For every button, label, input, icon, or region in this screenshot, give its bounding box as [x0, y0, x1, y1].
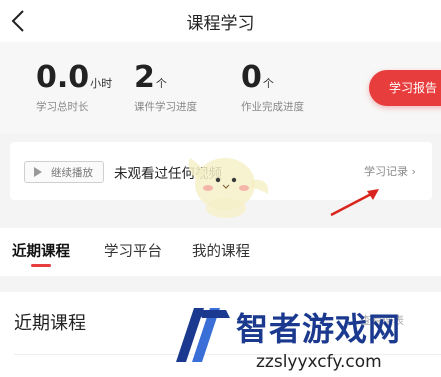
mascot-chick-icon: [188, 158, 269, 218]
top-bar: 课程学习: [0, 0, 441, 42]
stat-unit: 小时: [90, 77, 113, 90]
stat-label: 学习总时长: [36, 101, 89, 113]
watermark-url: zzslyyxcfy.com: [256, 352, 382, 372]
stat-unit: 个: [262, 77, 274, 90]
stat-value: 0.0: [36, 60, 90, 95]
stat-unit: 个: [155, 77, 167, 90]
tab-recent-courses[interactable]: 近期课程: [12, 240, 70, 261]
tab-learning-platform[interactable]: 学习平台: [104, 240, 162, 261]
stat-label: 作业完成进度: [241, 101, 304, 113]
watermark-name: 智者游戏网: [236, 310, 402, 348]
tab-bar: 近期课程 学习平台 我的课程: [0, 228, 441, 276]
section-title: 近期课程: [14, 313, 86, 334]
continue-play-label: 继续播放: [51, 167, 93, 179]
stat-courseware-progress: 2个 课件学习进度: [134, 62, 197, 114]
watermark-logo-icon: [176, 308, 230, 362]
arrow-annotation-icon: [330, 189, 379, 217]
stat-homework-progress: 0个 作业完成进度: [241, 62, 304, 114]
stat-label: 课件学习进度: [134, 101, 197, 113]
site-watermark: 智者游戏网 zzslyyxcfy.com: [170, 296, 441, 377]
active-tab-indicator: [31, 264, 51, 267]
play-icon: [34, 167, 42, 177]
stat-value: 2: [134, 60, 155, 95]
study-record-link[interactable]: 学习记录 ›: [364, 163, 416, 179]
tab-my-courses[interactable]: 我的课程: [192, 240, 250, 261]
stat-study-time: 0.0小时 学习总时长: [36, 62, 112, 114]
stat-value: 0: [241, 60, 262, 95]
study-report-button[interactable]: 学习报告: [369, 70, 441, 106]
page-title: 课程学习: [186, 14, 255, 34]
continue-play-button[interactable]: 继续播放: [24, 161, 104, 183]
